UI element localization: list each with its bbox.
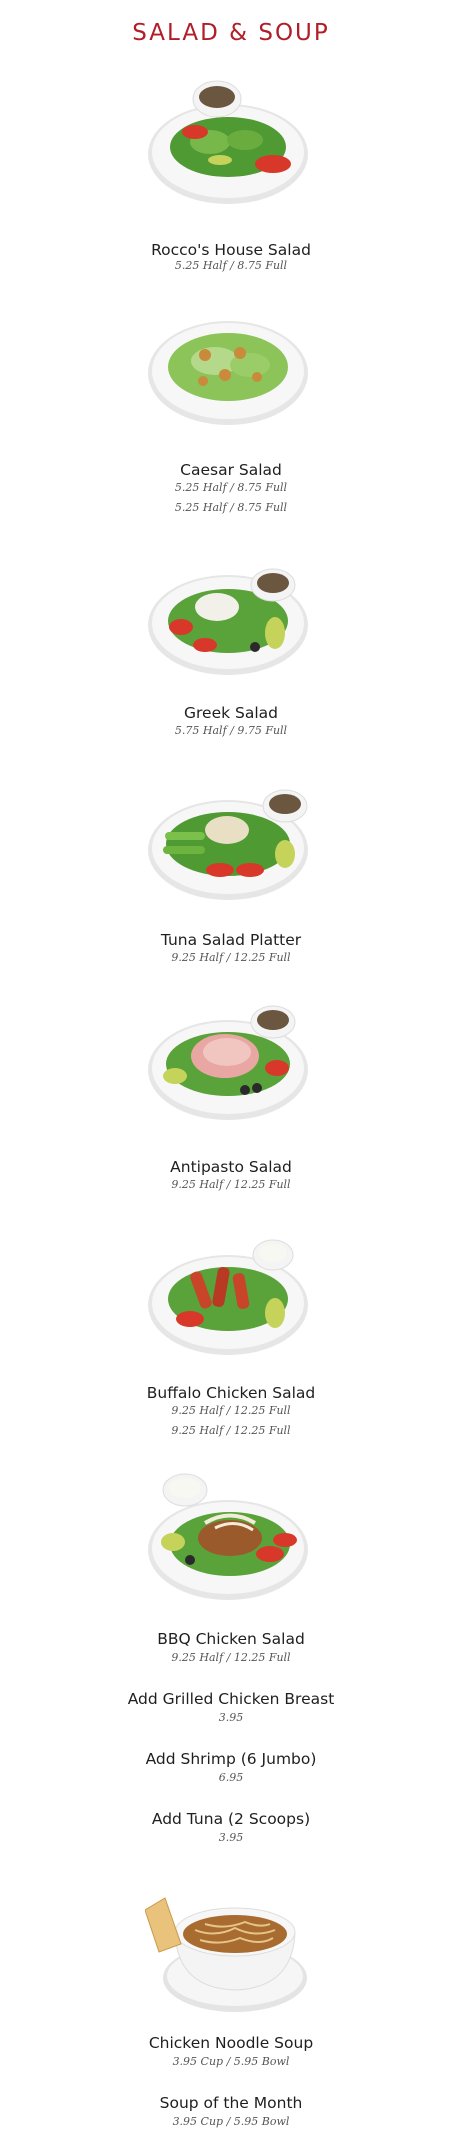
bbq-chicken-salad-image [145,1468,311,1618]
item-price: 9.25 Half / 12.25 Full [171,951,291,964]
item-price: 5.25 Half / 8.75 Full [174,259,288,272]
item-name: Buffalo Chicken Salad [146,1384,316,1402]
item-name: Tuna Salad Platter [160,931,302,949]
addon-name: Add Tuna (2 Scoops) [151,1810,311,1828]
antipasto-salad-image [145,998,311,1148]
item-price: 9.25 Half / 12.25 Full [171,1424,291,1437]
caesar-salad-image [145,305,311,455]
soup-bowl-image [145,1880,311,2030]
soup-price: 3.95 Cup / 5.95 Bowl [172,2055,290,2068]
soup-name: Chicken Noodle Soup [148,2034,314,2052]
item-name: BBQ Chicken Salad [157,1630,305,1648]
buffalo-chicken-salad-image [145,1233,311,1383]
item-price: 9.25 Half / 12.25 Full [171,1178,291,1191]
item-price: 5.25 Half / 8.75 Full [174,501,288,514]
tuna-salad-image [145,782,311,932]
addon-price: 3.95 [218,1831,244,1844]
item-name: Antipasto Salad [170,1158,292,1176]
item-name: Greek Salad [184,704,278,722]
greek-salad-image [145,555,311,705]
addon-name: Add Grilled Chicken Breast [127,1690,335,1708]
item-price: 9.25 Half / 12.25 Full [171,1404,291,1417]
item-name: Caesar Salad [180,461,282,479]
item-price: 5.25 Half / 8.75 Full [174,481,288,494]
addon-price: 3.95 [218,1711,244,1724]
page-title: SALAD & SOUP [132,20,330,46]
item-price: 5.75 Half / 9.75 Full [174,724,288,737]
house-salad-image [145,72,311,222]
addon-price: 6.95 [218,1771,244,1784]
addon-name: Add Shrimp (6 Jumbo) [145,1750,317,1768]
item-name: Rocco's House Salad [151,241,311,259]
soup-name: Soup of the Month [159,2094,303,2112]
item-price: 9.25 Half / 12.25 Full [171,1651,291,1664]
soup-price: 3.95 Cup / 5.95 Bowl [172,2115,290,2128]
